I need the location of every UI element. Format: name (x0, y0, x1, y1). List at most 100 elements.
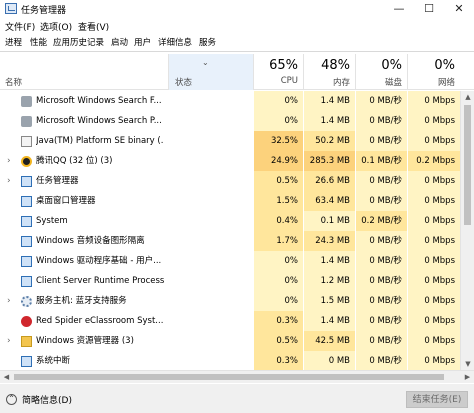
memory-column-label: 内存 (332, 78, 350, 88)
process-row[interactable]: › 任务管理器 0.5% 26.6 MB 0 MB/秒 0 Mbps (0, 171, 460, 191)
status-column-label: 状态 (175, 78, 193, 88)
cpu-total-percent: 65% (269, 58, 298, 73)
cpu-column-label: CPU (280, 76, 298, 86)
process-row[interactable]: 桌面窗口管理器 1.5% 63.4 MB 0 MB/秒 0 Mbps (0, 191, 460, 211)
cpu-value: 1.7% (253, 231, 303, 251)
process-name: Red Spider eClassroom Syst... (36, 316, 164, 326)
process-status (168, 231, 253, 251)
process-row[interactable]: › Windows 资源管理器 (3) 0.5% 42.5 MB 0 MB/秒 0 Mbp… (0, 331, 460, 351)
window-icon (21, 216, 32, 227)
menu-options[interactable]: 选项(O) (40, 20, 72, 33)
tab-details[interactable]: 详细信息 (157, 37, 193, 51)
process-row[interactable]: Microsoft Windows Search F... 0% 1.4 MB 0 M… (0, 91, 460, 111)
process-row[interactable]: System 0.4% 0.1 MB 0.2 MB/秒 0 Mbps (0, 211, 460, 231)
close-button[interactable]: ✕ (444, 0, 474, 18)
process-row[interactable]: Client Server Runtime Process 0% 1.2 MB 0 M… (0, 271, 460, 291)
vertical-scrollbar[interactable]: ▲ ▼ (460, 91, 474, 370)
tab-services[interactable]: 服务 (198, 37, 217, 51)
status-column-header[interactable]: ⌄ 状态 (168, 54, 253, 90)
scroll-thumb[interactable] (464, 105, 471, 225)
process-name: System (36, 216, 68, 226)
disk-value: 0 MB/秒 (355, 231, 407, 251)
cpu-value: 0.5% (253, 331, 303, 351)
scroll-up-icon[interactable]: ▲ (461, 91, 474, 103)
disk-value: 0 MB/秒 (355, 271, 407, 291)
fewer-details-label: 简略信息(D) (22, 395, 72, 406)
process-status (168, 111, 253, 131)
memory-value: 1.4 MB (303, 311, 355, 331)
cpu-value: 24.9% (253, 151, 303, 171)
minimize-button[interactable]: — (384, 0, 414, 18)
network-value: 0 Mbps (407, 271, 460, 291)
menu-file[interactable]: 文件(F) (5, 20, 35, 33)
tab-users[interactable]: 用户 (133, 37, 152, 51)
end-task-button[interactable]: 结束任务(E) (406, 391, 468, 408)
tab-app-history[interactable]: 应用历史记录 (52, 37, 105, 51)
process-status (168, 351, 253, 370)
expand-chevron-icon[interactable]: › (7, 151, 11, 171)
process-row[interactable]: › 腾讯QQ (32 位) (3) 24.9% 285.3 MB 0.1 MB/秒 0.2… (0, 151, 460, 171)
network-value: 0 Mbps (407, 171, 460, 191)
disk-value: 0 MB/秒 (355, 291, 407, 311)
red-spider-icon (21, 316, 32, 327)
process-name: Windows 音频设备图形隔离 (36, 236, 145, 246)
memory-value: 1.2 MB (303, 271, 355, 291)
expand-chevron-icon[interactable]: › (7, 171, 11, 191)
process-status (168, 271, 253, 291)
window-icon (21, 256, 32, 267)
title-bar: 任务管理器 — ☐ ✕ (0, 0, 474, 18)
process-name: 腾讯QQ (32 位) (3) (36, 156, 113, 166)
disk-column-header[interactable]: 0% 磁盘 (355, 54, 407, 90)
expand-chevron-icon[interactable]: › (7, 291, 11, 311)
process-status (168, 151, 253, 171)
network-value: 0 Mbps (407, 131, 460, 151)
name-column-label: 名称 (5, 78, 23, 88)
memory-total-percent: 48% (321, 58, 350, 73)
scroll-left-icon[interactable]: ◀ (0, 371, 13, 384)
process-row[interactable]: Microsoft Windows Search P... 0% 1.4 MB 0 M… (0, 111, 460, 131)
memory-value: 42.5 MB (303, 331, 355, 351)
memory-value: 63.4 MB (303, 191, 355, 211)
tab-startup[interactable]: 启动 (110, 37, 129, 51)
cpu-value: 32.5% (253, 131, 303, 151)
horizontal-scroll-thumb[interactable] (14, 374, 444, 380)
network-column-header[interactable]: 0% 网络 (407, 54, 460, 90)
fewer-details-button[interactable]: ⌃ 简略信息(D) (6, 392, 72, 406)
network-value: 0 Mbps (407, 111, 460, 131)
horizontal-scrollbar[interactable]: ◀ ▶ (0, 370, 474, 383)
process-status (168, 91, 253, 111)
window-icon (21, 276, 32, 287)
process-name: Microsoft Windows Search P... (36, 116, 162, 126)
process-row[interactable]: Red Spider eClassroom Syst... 0.3% 1.4 MB 0… (0, 311, 460, 331)
cpu-value: 0% (253, 271, 303, 291)
name-column-header[interactable]: 名称 (0, 54, 168, 90)
network-column-label: 网络 (437, 78, 455, 88)
maximize-button[interactable]: ☐ (414, 0, 444, 18)
process-row[interactable]: › 服务主机: 蓝牙支持服务 0% 1.5 MB 0 MB/秒 0 Mbps (0, 291, 460, 311)
process-row[interactable]: Windows 音频设备图形隔离 1.7% 24.3 MB 0 MB/秒 0 Mbps (0, 231, 460, 251)
cpu-value: 0% (253, 91, 303, 111)
network-value: 0 Mbps (407, 291, 460, 311)
tab-processes[interactable]: 进程 (4, 37, 24, 51)
memory-value: 1.4 MB (303, 111, 355, 131)
memory-value: 50.2 MB (303, 131, 355, 151)
cpu-column-header[interactable]: 65% CPU (253, 54, 303, 90)
scroll-right-icon[interactable]: ▶ (461, 371, 474, 384)
memory-column-header[interactable]: 48% 内存 (303, 54, 355, 90)
sort-down-icon: ⌄ (202, 58, 209, 67)
expand-chevron-icon[interactable]: › (7, 331, 11, 351)
process-status (168, 211, 253, 231)
process-name: 系统中断 (36, 356, 71, 366)
process-row[interactable]: Java(TM) Platform SE binary (... 32.5% 50.… (0, 131, 460, 151)
memory-value: 285.3 MB (303, 151, 355, 171)
disk-value: 0 MB/秒 (355, 91, 407, 111)
menu-view[interactable]: 查看(V) (78, 20, 109, 33)
scroll-down-icon[interactable]: ▼ (461, 358, 474, 370)
process-row[interactable]: 系统中断 0.3% 0 MB 0 MB/秒 0 Mbps (0, 351, 460, 370)
process-row[interactable]: Windows 驱动程序基础 - 用户... 0% 1.4 MB 0 MB/秒 0 Mb… (0, 251, 460, 271)
disk-value: 0 MB/秒 (355, 191, 407, 211)
tab-performance[interactable]: 性能 (29, 37, 48, 51)
cpu-value: 0.5% (253, 171, 303, 191)
network-value: 0 Mbps (407, 231, 460, 251)
process-status (168, 251, 253, 271)
